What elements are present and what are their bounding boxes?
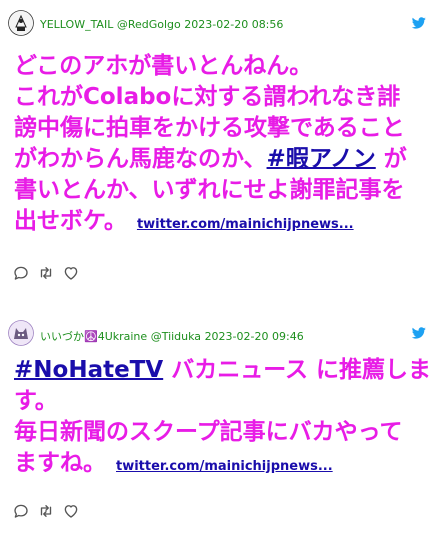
tweet-header: いいづか☮️4Ukraine @Tiiduka 2023-02-20 09:46 <box>8 320 428 350</box>
tweet-line-text: 出せボケ。 <box>14 208 127 234</box>
avatar[interactable] <box>8 10 34 36</box>
tweet-timestamp[interactable]: 2023-02-20 09:46 <box>205 330 304 343</box>
url-link[interactable]: twitter.com/mainichijpnews... <box>137 217 354 232</box>
tweet-line: ますね。 twitter.com/mainichijpnews... <box>14 448 426 482</box>
author-name[interactable]: いいづか☮️4Ukraine <box>40 330 147 343</box>
tweet-line-text: バカニュース に推薦しま <box>163 357 432 383</box>
tweet-line: これがColaboに対する謂われなき誹 <box>14 84 401 110</box>
tweet-line: 書いとんか、いずれにせよ謝罪記事を <box>14 177 405 203</box>
twitter-bird-icon[interactable] <box>411 14 426 29</box>
tweet-line: 毎日新聞のスクープ記事にバカやって <box>14 419 403 445</box>
tweet-body: #NoHateTV バカニュース に推薦しま す。 毎日新聞のスクープ記事にバカ… <box>14 355 431 482</box>
cat-avatar-icon <box>8 320 34 346</box>
reply-icon[interactable] <box>12 264 30 282</box>
tweet-actions <box>12 264 102 282</box>
tweet-header: YELLOW_TAIL @RedGolgo 2023-02-20 08:56 <box>8 10 428 40</box>
retweet-icon[interactable] <box>37 502 55 520</box>
hashtag-link[interactable]: #暇アノン <box>267 146 376 172</box>
tweet-line-text: ますね。 <box>14 450 106 476</box>
tweet-line-text: が <box>375 146 407 172</box>
tweet-line: 謗中傷に拍車をかける攻撃であること <box>14 115 405 141</box>
tweet-actions <box>12 502 102 520</box>
tweet-timestamp[interactable]: 2023-02-20 08:56 <box>184 18 283 31</box>
hashtag-link[interactable]: #NoHateTV <box>14 357 163 383</box>
tweet-line: す。 <box>14 388 58 414</box>
tweet-meta: YELLOW_TAIL @RedGolgo 2023-02-20 08:56 <box>40 18 283 31</box>
like-heart-icon[interactable] <box>62 264 80 282</box>
tweet-body: どこのアホが書いとんねん。 これがColaboに対する謂われなき誹 謗中傷に拍車… <box>14 51 426 240</box>
twitter-bird-icon[interactable] <box>411 324 426 339</box>
url-link[interactable]: twitter.com/mainichijpnews... <box>116 459 333 474</box>
avatar[interactable] <box>8 320 34 346</box>
tweet-line: がわからん馬鹿なのか、#暇アノン が <box>14 144 426 175</box>
reply-icon[interactable] <box>12 502 30 520</box>
tweet-line: どこのアホが書いとんねん。 <box>14 53 313 79</box>
author-handle[interactable]: @RedGolgo <box>117 18 181 31</box>
tweet-meta: いいづか☮️4Ukraine @Tiiduka 2023-02-20 09:46 <box>40 328 304 344</box>
like-heart-icon[interactable] <box>62 502 80 520</box>
tweet-line: 出せボケ。 twitter.com/mainichijpnews... <box>14 206 426 240</box>
tweet-line: #NoHateTV バカニュース に推薦しま <box>14 355 431 386</box>
author-name[interactable]: YELLOW_TAIL <box>40 18 113 31</box>
tweet-line-text: がわからん馬鹿なのか、 <box>14 146 267 172</box>
emblem-avatar-icon <box>8 10 34 36</box>
author-handle[interactable]: @Tiiduka <box>151 330 201 343</box>
retweet-icon[interactable] <box>37 264 55 282</box>
